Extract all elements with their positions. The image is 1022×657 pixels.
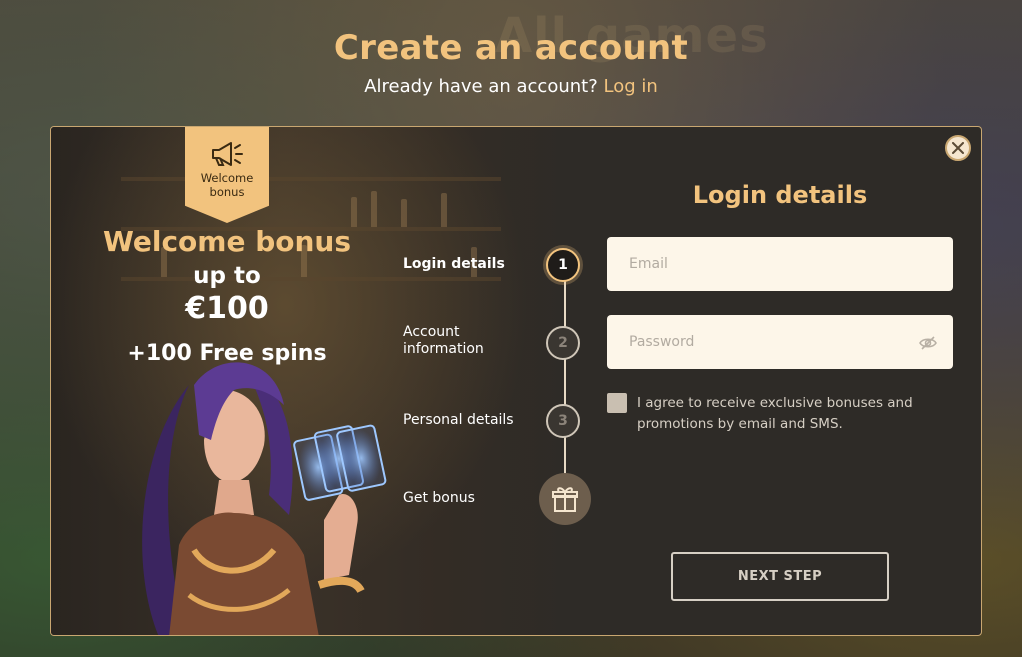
step-personal-details[interactable]: Personal details 3 [403,401,593,441]
form-title: Login details [692,181,868,209]
close-button[interactable] [945,135,971,161]
gift-icon [552,487,578,512]
welcome-bonus-ribbon: Welcome bonus [185,127,269,223]
megaphone-icon [212,142,243,166]
next-step-button[interactable]: NEXT STEP [671,552,889,601]
bottle [351,197,357,227]
step-label: Get bonus [403,490,475,506]
step-account-information[interactable]: Account information 2 [403,323,593,363]
promo-up-to: up to [193,263,261,289]
step-number: 2 [546,326,580,360]
promo-amount: €100 [185,291,269,326]
step-login-details[interactable]: Login details 1 [403,245,593,285]
close-icon [952,142,964,154]
signup-modal: Welcome bonus Welcome bonus up to €100 +… [50,126,982,636]
page-title: Create an account [333,28,689,68]
bottle [401,199,407,227]
step-number: 3 [546,404,580,438]
email-field[interactable] [607,237,953,291]
signup-stepper: Login details 1 Account information 2 Pe… [403,239,593,529]
gift-step-badge [539,473,591,525]
step-get-bonus[interactable]: Get bonus [403,473,593,525]
step-label: Login details [403,256,505,272]
ribbon-label: Welcome bonus [200,171,254,199]
step-number: 1 [546,248,580,282]
login-prompt-text: Already have an account? [364,76,598,97]
bottle [441,193,447,227]
eye-slash-icon[interactable] [919,335,937,351]
consent-checkbox[interactable] [607,393,627,413]
bar-shelf [121,177,501,181]
login-prompt: Already have an account? Log in [0,76,1022,97]
step-label: Account information [403,324,484,357]
password-field[interactable] [607,315,953,369]
promo-title: Welcome bonus [102,225,352,258]
bottle [371,191,377,227]
consent-label: I agree to receive exclusive bonuses and… [637,395,913,432]
step-label: Personal details [403,412,514,428]
stepper-connector-line [564,267,566,487]
sorceress-character-illustration [142,362,387,635]
login-link[interactable]: Log in [604,76,658,97]
